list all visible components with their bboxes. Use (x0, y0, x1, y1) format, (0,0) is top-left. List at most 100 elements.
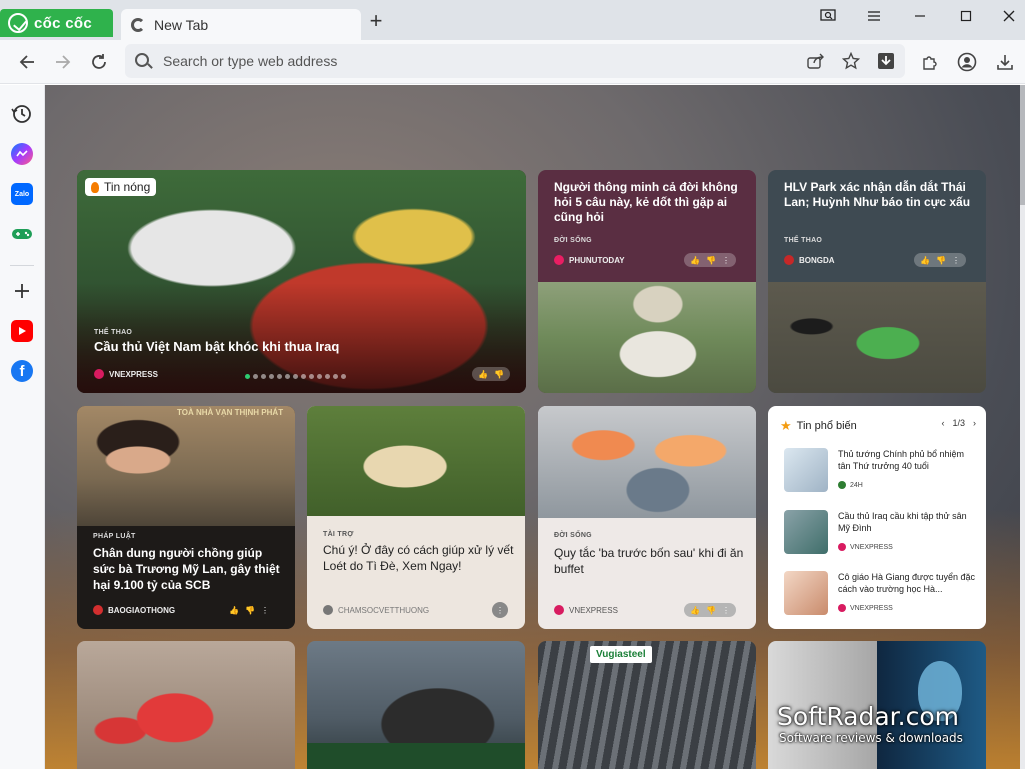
dislike-icon: 👎 (705, 255, 716, 265)
globe-icon (323, 605, 333, 615)
address-toolbar (0, 40, 1025, 84)
news-card-4-source: CHAMSOCVETTHUONG (323, 605, 429, 615)
news-card-1-category: ĐỜI SỐNG (554, 237, 592, 244)
news-card-5-source: VNEXPRESS (554, 605, 618, 615)
popular-heading: ★ Tin phổ biến (780, 418, 857, 433)
back-button[interactable] (15, 50, 39, 74)
softradar-watermark-subtitle: Software reviews & downloads (779, 731, 963, 745)
tab-search-icon[interactable] (815, 6, 841, 26)
title-bar: cốc cốc New Tab + (0, 0, 1025, 40)
news-card-2-actions[interactable]: 👍 👎 ⋮ (914, 253, 966, 267)
omnibox[interactable] (125, 44, 905, 78)
news-card-1-title[interactable]: Người thông minh cả đời không hỏi 5 câu … (554, 180, 744, 225)
like-icon: 👍 (690, 605, 700, 615)
popular-item-source: 24H (838, 481, 863, 489)
like-icon: 👍 (478, 369, 488, 379)
dislike-icon: 👎 (705, 605, 716, 615)
news-card-4-title[interactable]: Chú ý! Ở đây có cách giúp xử lý vết Loét… (323, 542, 517, 574)
news-card-5-title[interactable]: Quy tắc 'ba trước bốn sau' khi đi ăn buf… (554, 545, 748, 577)
news-card-5[interactable]: ĐỜI SỐNG Quy tắc 'ba trước bốn sau' khi … (538, 406, 756, 629)
news-card-1-photo (538, 282, 756, 393)
news-card-1[interactable]: Người thông minh cả đời không hỏi 5 câu … (538, 170, 756, 393)
news-card-2-title[interactable]: HLV Park xác nhận dẫn dắt Thái Lan; Huỳn… (784, 180, 974, 210)
sidebar-toggle-icon[interactable] (861, 6, 887, 26)
news-card-3-category: PHÁP LUẬT (93, 533, 136, 540)
game-icon[interactable] (11, 223, 33, 245)
extensions-icon[interactable] (918, 50, 942, 74)
save-page-icon[interactable] (875, 50, 897, 72)
news-card-3-title[interactable]: Chân dung người chồng giúp sức bà Trương… (93, 545, 287, 593)
coccoc-logo[interactable]: cốc cốc (0, 9, 113, 37)
tab-title: New Tab (154, 16, 209, 33)
popular-item-title[interactable]: Cô giáo Hà Giang được tuyển đặc cách vào… (838, 571, 978, 595)
forward-button[interactable] (51, 50, 75, 74)
close-button[interactable] (996, 6, 1022, 26)
hot-badge-label: Tin nóng (104, 180, 151, 194)
popular-item-title[interactable]: Thủ tướng Chính phủ bổ nhiệm tân Thứ trư… (838, 448, 978, 472)
news-card-3-actions[interactable]: 👍 👎 ⋮ (223, 603, 275, 617)
more-icon: ⋮ (951, 255, 960, 265)
tab-new-tab[interactable]: New Tab (121, 9, 361, 40)
reload-button[interactable] (87, 50, 111, 74)
popular-pager: ‹ 1/3 › (941, 418, 976, 428)
search-icon (135, 53, 149, 67)
news-card-2[interactable]: HLV Park xác nhận dẫn dắt Thái Lan; Huỳn… (768, 170, 986, 393)
hero-title[interactable]: Cầu thủ Việt Nam bật khóc khi thua Iraq (94, 339, 494, 355)
dislike-icon: 👎 (244, 605, 255, 615)
popular-item-title[interactable]: Cầu thủ Iraq cầu khi tập thử sân Mỹ Đình (838, 510, 978, 534)
popular-item[interactable]: Cầu thủ Iraq cầu khi tập thử sân Mỹ Đình… (784, 510, 980, 558)
downloads-icon[interactable] (993, 50, 1017, 74)
share-icon[interactable] (805, 50, 827, 72)
popular-item-source: VNEXPRESS (838, 543, 893, 551)
source-logo-icon (838, 604, 846, 612)
new-tab-button[interactable]: + (365, 10, 387, 32)
news-card-2-source: BONGDA (784, 255, 835, 265)
maximize-button[interactable] (953, 6, 979, 26)
history-icon[interactable] (11, 103, 33, 125)
carousel-dots[interactable] (245, 374, 346, 379)
hero-actions[interactable]: 👍 👎 (472, 367, 510, 381)
source-logo-icon (554, 605, 564, 615)
sidebar-divider (10, 265, 34, 266)
address-input[interactable] (161, 44, 761, 78)
news-card-3-photo (77, 406, 295, 526)
profile-icon[interactable] (955, 50, 979, 74)
source-logo-icon (838, 481, 846, 489)
messenger-icon[interactable] (11, 143, 33, 165)
prev-page-icon[interactable]: ‹ (941, 418, 944, 428)
scrollbar-thumb[interactable] (1020, 85, 1025, 205)
popular-item-source: VNEXPRESS (838, 604, 893, 612)
popular-item[interactable]: Thủ tướng Chính phủ bổ nhiệm tân Thứ trư… (784, 448, 980, 496)
more-icon: ⋮ (721, 255, 730, 265)
bookmark-star-icon[interactable] (840, 50, 862, 72)
hero-source-label: VNEXPRESS (109, 369, 158, 379)
more-icon: ⋮ (721, 605, 730, 615)
minimize-button[interactable] (907, 6, 933, 26)
popular-item[interactable]: Cô giáo Hà Giang được tuyển đặc cách vào… (784, 571, 980, 619)
zalo-icon[interactable]: Zalo (11, 183, 33, 205)
news-card-8[interactable]: Vugiasteel (538, 641, 756, 769)
youtube-icon[interactable] (11, 320, 33, 342)
news-card-1-actions[interactable]: 👍 👎 ⋮ (684, 253, 736, 267)
news-card-7-banner (307, 743, 525, 769)
news-card-3[interactable]: TOÀ NHÀ VẠN THỊNH PHÁT PHÁP LUẬT Chân du… (77, 406, 295, 629)
news-card-4-more-icon[interactable]: ⋮ (492, 602, 508, 618)
steel-sign: Vugiasteel (590, 646, 652, 663)
source-logo-icon (94, 369, 104, 379)
hot-badge: Tin nóng (85, 178, 157, 196)
facebook-icon[interactable]: f (11, 360, 33, 382)
news-card-4[interactable]: TÀI TRỢ Chú ý! Ở đây có cách giúp xử lý … (307, 406, 525, 629)
news-card-7[interactable] (307, 641, 525, 769)
hero-news-card[interactable]: Tin nóng THỂ THAO Cầu thủ Việt Nam bật k… (77, 170, 526, 393)
popular-page-indicator: 1/3 (952, 418, 965, 428)
news-card-5-photo (538, 406, 756, 518)
news-card-5-actions[interactable]: 👍 👎 ⋮ (684, 603, 736, 617)
source-logo-icon (784, 255, 794, 265)
flame-icon (91, 181, 99, 193)
add-shortcut-icon[interactable] (11, 280, 33, 302)
popular-item-thumb (784, 571, 828, 615)
next-page-icon[interactable]: › (973, 418, 976, 428)
news-card-6[interactable] (77, 641, 295, 769)
source-logo-icon (554, 255, 564, 265)
dislike-icon: 👎 (935, 255, 946, 265)
